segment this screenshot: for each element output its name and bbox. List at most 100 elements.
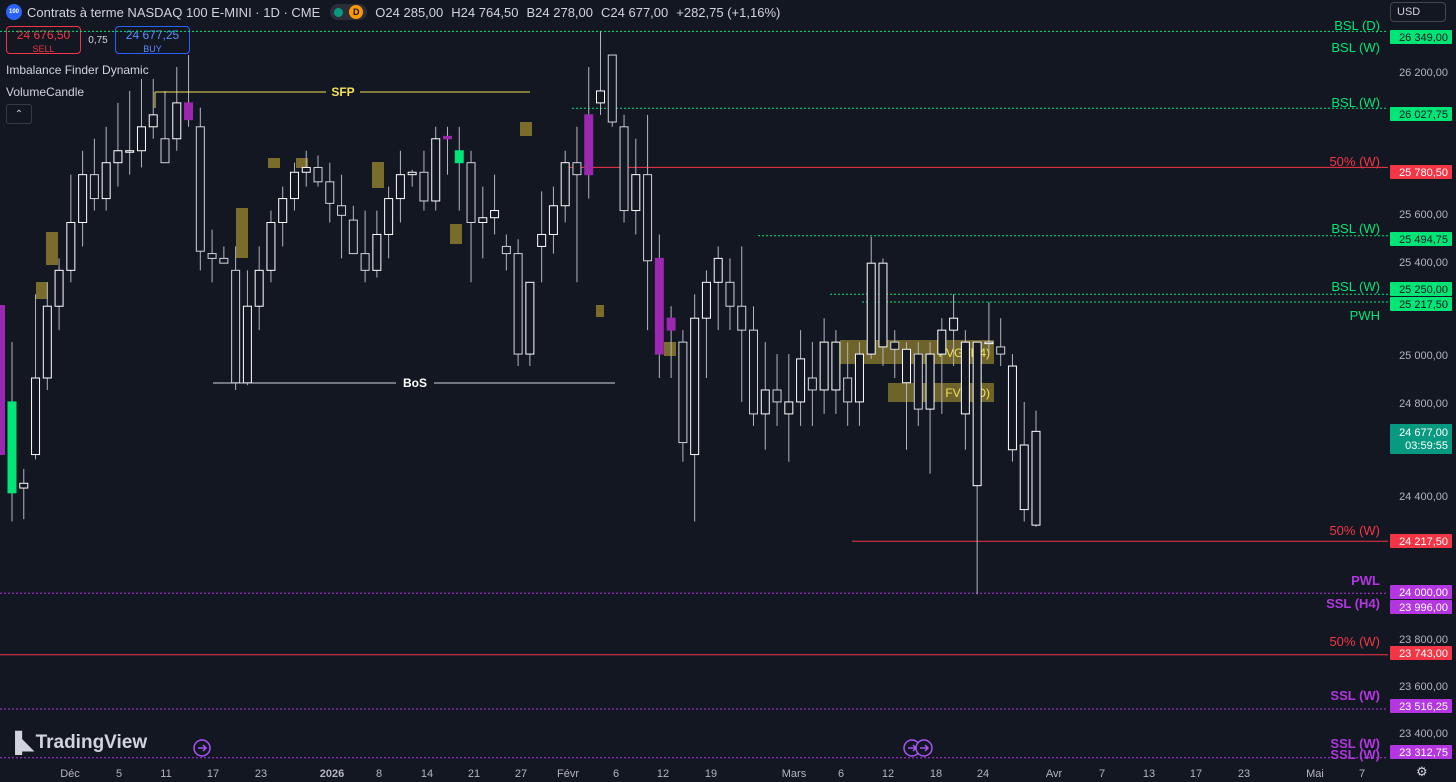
price-tag-label: 25 250,00 [1399,284,1448,296]
candle [66,174,76,283]
candle-body [784,401,794,415]
candle-body [760,389,770,415]
candle [701,270,711,378]
candle-body [996,346,1006,355]
candle-body [772,389,782,403]
candle-body [101,162,111,200]
candle-body [890,341,900,350]
price-tag-label: 23 516,25 [1399,701,1448,713]
time-tick-label: Mai [1306,768,1324,780]
tradingview-logo[interactable]: ▐◣ TradingView [8,730,147,755]
candle-body [749,329,759,415]
candle [407,169,417,187]
candle-body [384,198,394,235]
candle-body [207,253,217,259]
candle-body [136,126,146,152]
candle [207,229,217,283]
candle-body [525,281,535,355]
candle [513,239,523,367]
candle-body [242,305,252,384]
price-chart[interactable]: FVG (H4)FVG (D)SFPBoSBSL (D)BSL (W)BSL (… [0,0,1456,782]
candle-body [949,317,959,331]
candle [713,246,723,331]
time-tick-label: 17 [207,768,219,780]
level-label-5: BSL (W) [1331,279,1380,294]
time-tick-label: 27 [515,768,527,780]
candle [1019,401,1029,522]
candle [442,126,452,175]
level-label-8: PWL [1351,573,1380,588]
candle [913,342,923,426]
candle-body [678,341,688,444]
candle [572,126,582,283]
candle-body [313,166,323,183]
price-tag-label: 25 780,50 [1399,167,1448,179]
candle-body [713,257,723,283]
candle [31,294,41,460]
level-label-9: SSL (H4) [1326,596,1380,611]
candle-body [113,150,123,164]
candle [125,90,135,175]
time-tick-label: 7 [1359,768,1365,780]
candle-body [7,401,17,494]
candle-body [560,162,570,207]
candle-body [148,114,158,128]
price-tag-label: 26 027,75 [1399,109,1448,121]
candle [101,126,111,211]
candle [925,342,935,474]
gear-icon[interactable]: ⚙ [1416,764,1432,780]
candle [195,107,205,271]
price-tag-label: 25 494,75 [1399,234,1448,246]
candle [996,318,1006,367]
level-label-2: BSL (W) [1331,95,1380,110]
candle [78,150,88,247]
time-tick-label: 21 [468,768,480,780]
imbalance-box-5 [372,162,384,188]
time-tick-label: 5 [116,768,122,780]
candle-body [407,171,417,176]
level-label-7: 50% (W) [1329,523,1380,538]
candle-body [54,269,64,307]
candle [325,162,335,223]
candle-body [160,138,170,164]
candle-body [431,138,441,202]
candle-body [337,205,347,216]
candle [7,342,17,522]
candle [136,78,146,168]
price-tag-label: 23 312,75 [1399,747,1448,759]
candle-body [31,377,41,456]
candle [737,246,747,402]
time-tick-label: Déc [60,768,80,780]
candle-body [395,174,405,200]
tradingview-mark-icon: ▐◣ [8,732,35,754]
candle [160,90,170,164]
price-tag-label: 23 743,00 [1399,648,1448,660]
candle [725,258,735,331]
candle [807,342,817,426]
candle [619,114,629,223]
candle [454,126,464,211]
candle [560,150,570,223]
candle-body [501,245,511,255]
candle [690,294,700,522]
candle [490,174,500,235]
candle [337,174,347,259]
candle-body [490,210,500,219]
imbalance-box-7 [520,122,532,136]
candle [231,246,241,390]
time-tick-label: 23 [255,768,267,780]
candle-body [878,262,888,348]
bos-label: BoS [403,376,427,390]
candle [866,236,876,359]
imbalance-box-6 [450,224,462,244]
candle-body [89,174,99,200]
level-label-0: BSL (D) [1334,18,1380,33]
level-label-6: PWH [1350,308,1380,323]
candle [548,186,558,254]
candle-body [325,181,335,204]
price-tick-label: 25 000,00 [1399,350,1448,362]
price-tag-label: 24 000,00 [1399,587,1448,599]
candle [254,246,264,331]
candle-body [1019,444,1029,511]
level-label-10: 50% (W) [1329,634,1380,649]
